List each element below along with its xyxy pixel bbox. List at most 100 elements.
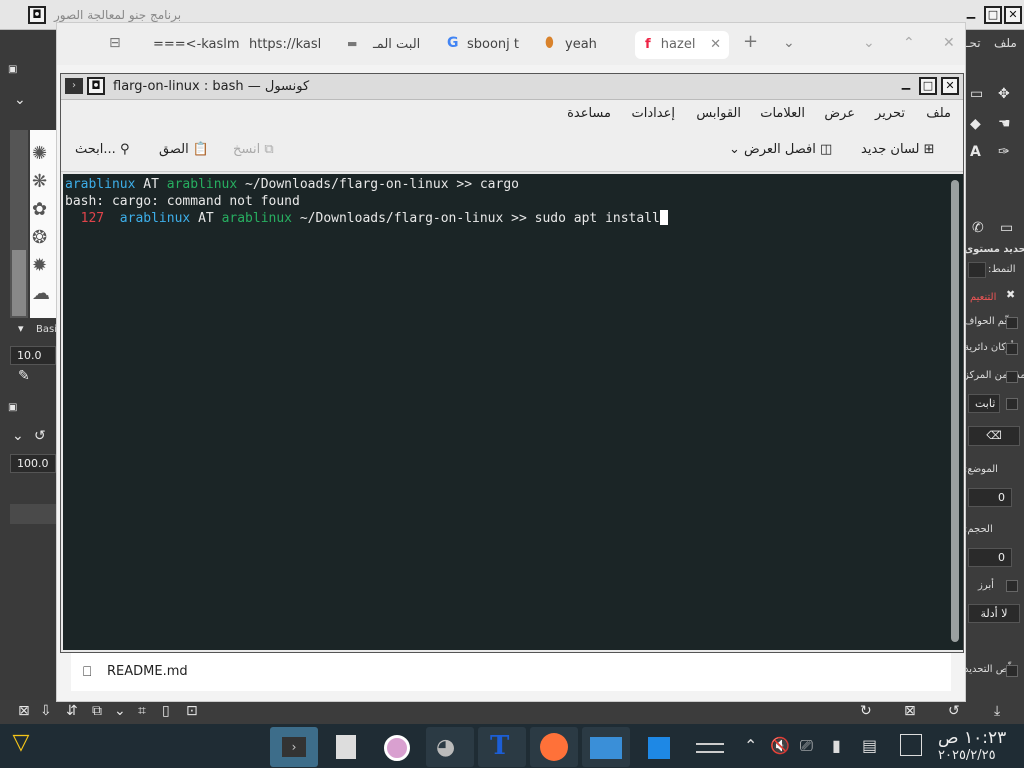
menu-bookmarks[interactable]: العلامات	[760, 106, 805, 121]
browser-menu-file[interactable]: ملف	[994, 36, 1017, 50]
task-firefox[interactable]	[530, 727, 578, 767]
usb-icon[interactable]: ▮	[832, 736, 841, 755]
opacity-field[interactable]: 100.0	[10, 454, 56, 473]
size-field[interactable]: 0	[968, 548, 1012, 567]
fixed-checkbox[interactable]	[1006, 398, 1018, 410]
rounded-corners-checkbox[interactable]	[1006, 343, 1018, 355]
clock-time[interactable]: ١٠:٢٣ ص	[938, 728, 1006, 748]
split-view-button[interactable]: ⌄ افصل العرض ◫	[729, 142, 832, 157]
tab-kaslm[interactable]: ===<-kaslm	[153, 31, 240, 59]
brush-size-field[interactable]: 10.0	[10, 346, 56, 365]
restore-icon[interactable]: ⇵	[66, 703, 78, 719]
close-icon[interactable]: ✖	[1006, 288, 1015, 301]
highlight-checkbox[interactable]	[1006, 580, 1018, 592]
task-archiver[interactable]	[322, 727, 370, 767]
tab-yeah[interactable]: yeah	[565, 31, 597, 59]
bucket-fill-icon[interactable]: ◆	[970, 116, 981, 132]
fixed-select[interactable]: ثابت	[968, 394, 1000, 413]
shrink-checkbox[interactable]	[1006, 665, 1018, 677]
crop-icon[interactable]: ⊡	[186, 703, 198, 719]
brush-preview-list[interactable]: ✺ ❋ ✿ ❂ ✹ ☁	[30, 130, 58, 318]
brush-edit-icon[interactable]: ✎	[18, 368, 30, 384]
network-icon[interactable]: ⎚	[800, 736, 813, 756]
mode-selector[interactable]	[968, 262, 986, 278]
close-icon[interactable]: ✕	[943, 35, 955, 51]
task-gimp[interactable]: ◕	[426, 727, 474, 767]
chevron-down-icon[interactable]: ⌄	[783, 35, 795, 51]
download-icon[interactable]: ⤓	[994, 703, 1000, 719]
tab-hazel[interactable]: f hazel ✕	[635, 31, 729, 59]
tab-sboonj[interactable]: sboonj t	[467, 31, 519, 59]
terminal-output[interactable]: arablinux AT arablinux ~/Downloads/flarg…	[63, 174, 947, 650]
guides-select[interactable]: لا أدلة	[968, 604, 1020, 623]
tab-arabic[interactable]: البت المـ	[373, 31, 420, 59]
chevron-down-icon[interactable]: ▾	[18, 322, 24, 335]
menu-view[interactable]: عرض	[824, 106, 855, 121]
backspace-icon[interactable]: ⌫	[968, 426, 1020, 446]
menu-help[interactable]: مساعدة	[567, 106, 611, 121]
smudge-icon[interactable]: ☚	[998, 116, 1011, 132]
position-field[interactable]: 0	[968, 488, 1012, 507]
start-menu-icon[interactable]: ▽	[4, 730, 38, 762]
tag-icon[interactable]: ⌗	[138, 703, 146, 719]
task-konsole[interactable]: ›	[270, 727, 318, 767]
chevron-down-icon-2[interactable]: ⌄	[12, 428, 24, 444]
gimp-maximize-button[interactable]: □	[984, 6, 1002, 24]
close-icon[interactable]: ⊠	[18, 703, 30, 719]
undo-icon[interactable]: ↺	[948, 703, 960, 719]
minimize-icon[interactable]: ⌄	[863, 35, 875, 51]
close-tab-icon[interactable]: ✕	[710, 31, 721, 59]
task-media[interactable]	[374, 727, 422, 767]
text-tool-icon[interactable]: A	[970, 144, 981, 160]
tab-overview-icon[interactable]: ⊟	[109, 35, 121, 51]
reset-icon[interactable]: ↺	[34, 428, 46, 444]
feather-checkbox[interactable]	[1006, 317, 1018, 329]
gimp-window-menu-icon[interactable]: ◘	[28, 6, 46, 24]
chevron-up-icon[interactable]: ⌃	[744, 736, 757, 755]
chevron-down-icon[interactable]: ⌄	[14, 92, 26, 108]
tab-https[interactable]: https://kasl	[249, 31, 321, 59]
minimize-button[interactable]: ▁	[897, 77, 915, 95]
new-tab-button[interactable]: لسان جديد ⊞	[861, 142, 935, 157]
browser-menu-edit[interactable]: تحـ	[966, 36, 981, 50]
dock-menu-icon[interactable]: ▣	[8, 64, 17, 75]
task-text-editor[interactable]: T	[478, 727, 526, 767]
task-settings[interactable]	[686, 727, 734, 767]
menu-plugins[interactable]: القوابس	[696, 106, 741, 121]
show-desktop-icon[interactable]	[900, 734, 922, 756]
maximize-icon[interactable]: ⌃	[903, 35, 915, 51]
reset-icon[interactable]: ↻	[860, 703, 872, 719]
chevron-down-icon[interactable]: ⌄	[114, 703, 126, 719]
scrollbar-thumb[interactable]	[951, 180, 959, 642]
window-menu-icon[interactable]: ◘	[87, 77, 105, 95]
copy-button[interactable]: انسخ ⧉	[233, 142, 274, 157]
menu-settings[interactable]: إعدادات	[632, 106, 675, 121]
dock-menu-icon-2[interactable]: ▣	[8, 402, 17, 413]
maximize-button[interactable]: □	[919, 77, 937, 95]
save-icon[interactable]: ⇩	[40, 703, 52, 719]
color-picker-icon[interactable]: ✑	[998, 144, 1010, 160]
rectangle-select-icon[interactable]: ▭	[970, 86, 983, 102]
find-button[interactable]: ابحث... ⚲	[75, 142, 129, 157]
duplicate-icon[interactable]: ⧉	[92, 703, 102, 719]
clipboard-icon[interactable]: ▤	[862, 736, 877, 755]
device-status-icon[interactable]: ▭	[1000, 220, 1013, 236]
delete-icon[interactable]: ⊠	[904, 703, 916, 719]
clock-date[interactable]: ٢٠٢٥/٢/٢٥	[938, 748, 996, 763]
move-icon[interactable]: ✥	[998, 86, 1010, 102]
menu-edit[interactable]: تحرير	[875, 106, 905, 121]
expand-checkbox[interactable]	[1006, 371, 1018, 383]
readme-link[interactable]: README.md	[107, 664, 188, 679]
close-button[interactable]: ✕	[941, 77, 959, 95]
brush-scrollbar[interactable]	[10, 130, 28, 318]
menu-file[interactable]: ملف	[926, 106, 951, 121]
task-store[interactable]	[634, 727, 682, 767]
volume-muted-icon[interactable]: 🔇	[770, 736, 790, 755]
gimp-close-button[interactable]: ✕	[1004, 6, 1022, 24]
tool-options-icon[interactable]: ✆	[972, 220, 984, 236]
task-files[interactable]	[582, 727, 630, 767]
page-icon[interactable]: ▯	[162, 703, 170, 719]
terminal-scrollbar[interactable]	[947, 174, 963, 650]
paste-button[interactable]: الصق 📋	[159, 142, 209, 157]
new-tab-icon[interactable]: +	[743, 31, 758, 52]
